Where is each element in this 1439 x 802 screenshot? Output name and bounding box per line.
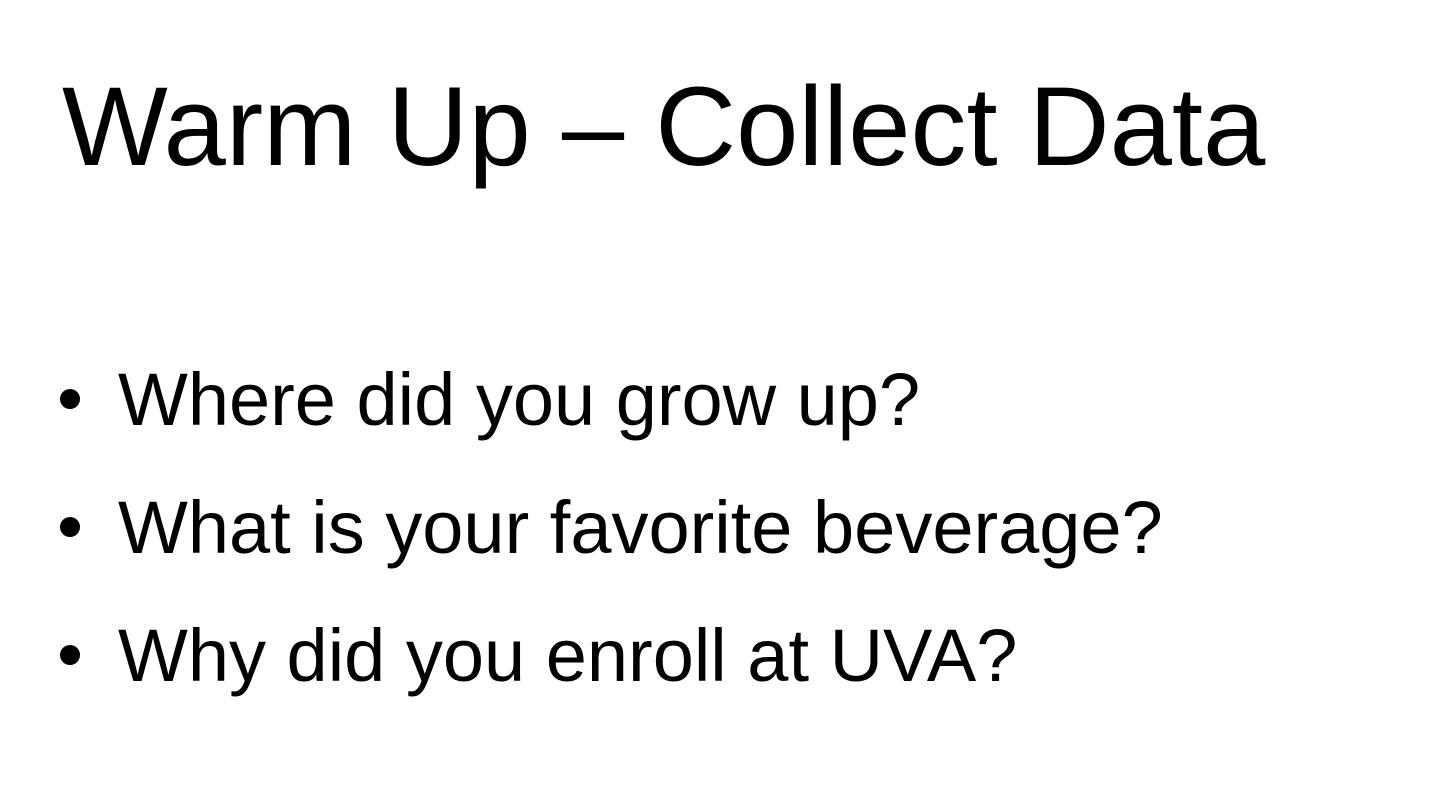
- bullet-list: Where did you grow up? What is your favo…: [56, 335, 1163, 719]
- bullet-dot-icon: [60, 389, 80, 409]
- bullet-text: What is your favorite beverage?: [118, 485, 1163, 569]
- bullet-text: Why did you enroll at UVA?: [118, 613, 1018, 697]
- slide: Warm Up – Collect Data Where did you gro…: [0, 0, 1439, 802]
- slide-title: Warm Up – Collect Data: [62, 64, 1266, 189]
- list-item: Why did you enroll at UVA?: [56, 591, 1163, 719]
- bullet-text: Where did you grow up?: [118, 357, 921, 441]
- bullet-dot-icon: [60, 645, 80, 665]
- list-item: Where did you grow up?: [56, 335, 1163, 463]
- bullet-dot-icon: [60, 517, 80, 537]
- list-item: What is your favorite beverage?: [56, 463, 1163, 591]
